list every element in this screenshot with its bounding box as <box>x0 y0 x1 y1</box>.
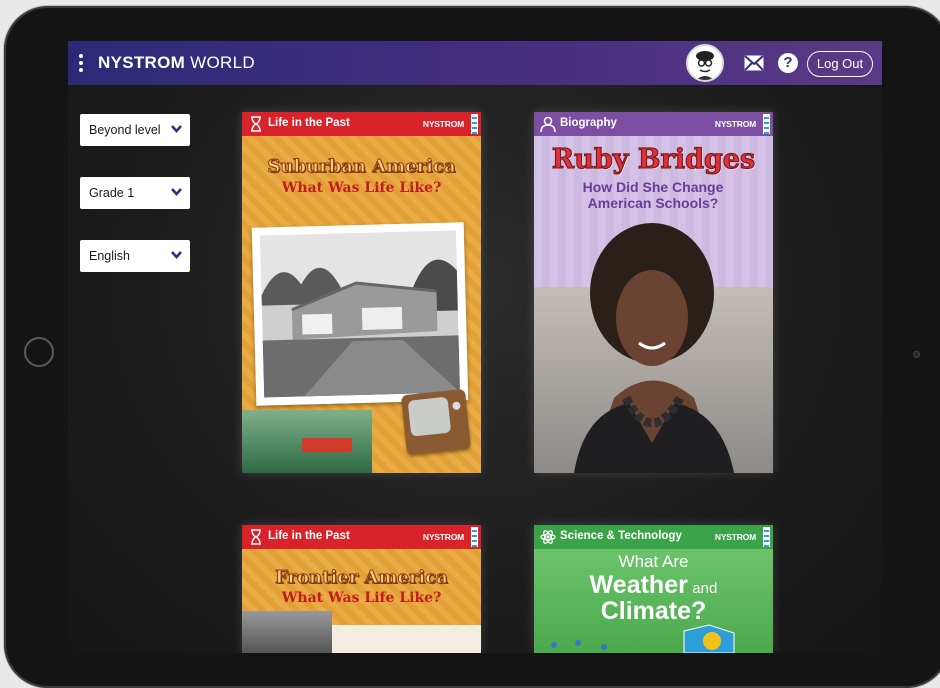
book-subtitle: What Was Life Like? <box>281 180 442 196</box>
book-tab <box>471 114 478 134</box>
brand-light: WORLD <box>190 53 255 72</box>
chevron-down-icon <box>171 188 182 196</box>
brand-bold: NYSTROM <box>98 53 186 72</box>
avatar-icon[interactable] <box>686 44 724 82</box>
tv-icon <box>401 388 471 456</box>
menu-dots-icon[interactable] <box>77 54 85 74</box>
diagram-decoration <box>551 624 735 653</box>
book-header: Life in the Past NYSTROM <box>242 112 481 136</box>
level-select[interactable]: Beyond level <box>80 114 190 146</box>
mail-icon[interactable] <box>744 55 764 71</box>
hourglass-icon <box>251 529 261 545</box>
book-category: Life in the Past <box>268 530 350 542</box>
book-title-weather: Weather <box>589 571 688 599</box>
top-bar: NYSTROM WORLD ? Log Out <box>68 41 882 85</box>
chevron-down-icon <box>171 125 182 133</box>
logout-button[interactable]: Log Out <box>807 51 873 77</box>
book-photo-frame <box>251 222 469 406</box>
book-header: Life in the Past NYSTROM <box>242 525 481 549</box>
language-select[interactable]: English <box>80 240 190 272</box>
book-publisher: NYSTROM <box>714 119 756 129</box>
book-title-and: and <box>692 580 718 597</box>
book-category: Biography <box>560 117 617 129</box>
app-screen: NYSTROM WORLD ? Log Out Beyond level Gra… <box>68 41 882 653</box>
book-title-line3: Climate? <box>600 597 707 625</box>
person-icon <box>540 116 556 132</box>
book-card-frontier-america[interactable]: Life in the Past NYSTROM Frontier Americ… <box>242 525 481 653</box>
book-title: Suburban America <box>267 156 456 178</box>
book-publisher: NYSTROM <box>422 119 464 129</box>
book-category: Science & Technology <box>560 530 682 542</box>
level-select-value: Beyond level <box>89 123 161 137</box>
book-title: Ruby Bridges <box>551 143 756 175</box>
home-button[interactable] <box>24 337 54 367</box>
brand-logo[interactable]: NYSTROM WORLD <box>98 53 255 73</box>
book-publisher: NYSTROM <box>714 532 756 542</box>
book-subtitle: How Did She Change American Schools? <box>582 179 724 211</box>
book-card-suburban-america[interactable]: Life in the Past NYSTROM Suburban Americ… <box>242 112 481 473</box>
language-select-value: English <box>89 249 130 263</box>
book-tab <box>471 527 478 547</box>
chevron-down-icon <box>171 251 182 259</box>
book-subtitle: What Was Life Like? <box>281 590 442 606</box>
house-photo <box>259 230 461 398</box>
portrait-photo <box>574 223 734 473</box>
help-icon[interactable]: ? <box>778 53 798 73</box>
kitchen-photo <box>242 410 372 473</box>
grade-select[interactable]: Grade 1 <box>80 177 190 209</box>
book-header: Biography NYSTROM <box>534 112 773 136</box>
book-tab <box>763 527 770 547</box>
frontier-photo-frame <box>332 625 481 653</box>
book-title-line1: What Are <box>618 552 689 571</box>
atom-icon <box>540 530 556 544</box>
book-publisher: NYSTROM <box>422 532 464 542</box>
hourglass-icon <box>251 116 261 132</box>
book-card-weather-climate[interactable]: Science & Technology NYSTROM What Are We… <box>534 525 773 653</box>
camera <box>913 351 920 358</box>
frontier-photo <box>242 611 332 653</box>
book-category: Life in the Past <box>268 117 350 129</box>
book-card-ruby-bridges[interactable]: Biography NYSTROM Ruby Bridges How Did S… <box>534 112 773 473</box>
grade-select-value: Grade 1 <box>89 186 135 200</box>
book-title: Frontier America <box>275 567 449 589</box>
book-tab <box>763 114 770 134</box>
book-header: Science & Technology NYSTROM <box>534 525 773 549</box>
